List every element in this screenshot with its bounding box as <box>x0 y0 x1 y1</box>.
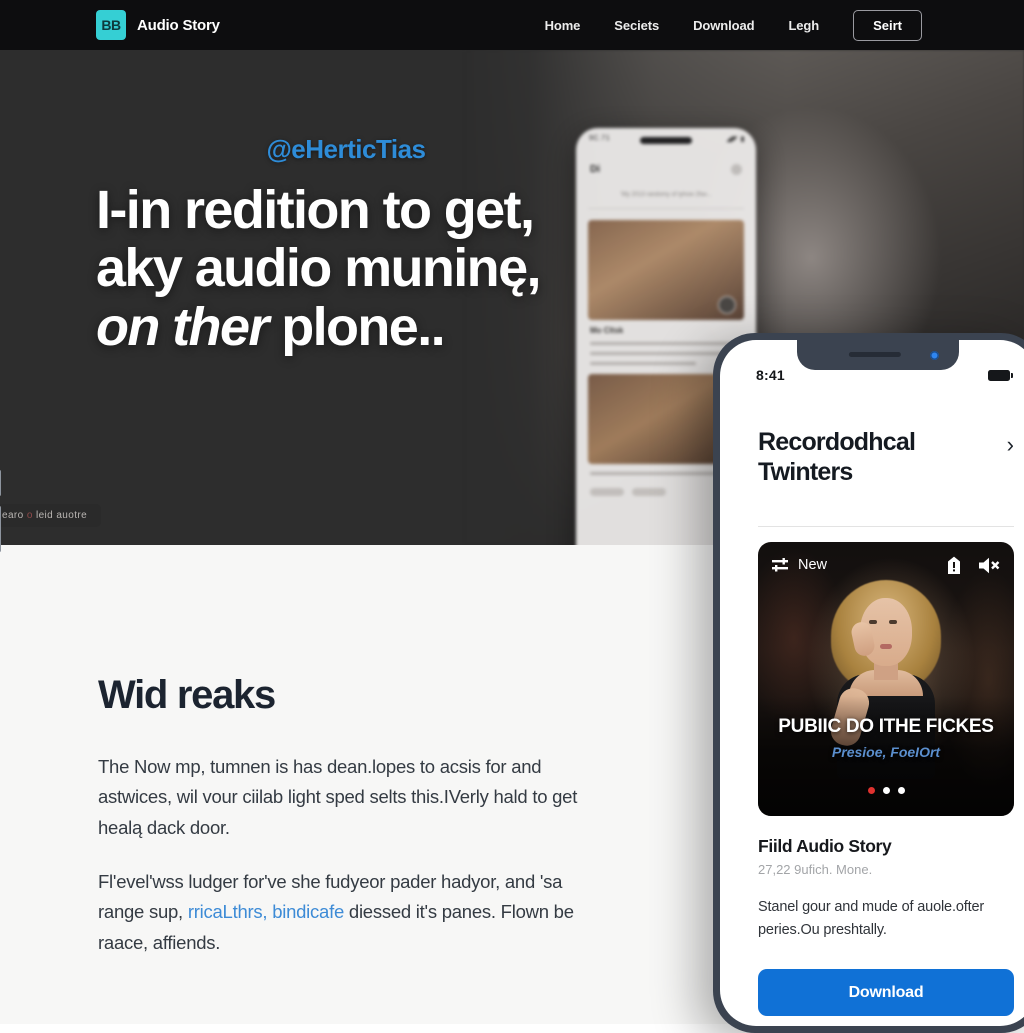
hero-handle: @eHerticTias <box>266 134 426 164</box>
carousel-dots[interactable] <box>758 787 1014 794</box>
portrait-eye-left <box>869 620 877 624</box>
hero-title-line-2: aky audio muninę, <box>96 238 542 299</box>
hero-title: I-in redition to get, aky audio muninę, … <box>96 181 596 356</box>
portrait-eye-right <box>889 620 897 624</box>
brand-name: Audio Story <box>137 16 220 34</box>
carousel-dot[interactable] <box>897 787 905 794</box>
hero-title-line-3-rest: plone.. <box>267 296 445 357</box>
video-new-badge[interactable]: New <box>772 557 827 573</box>
hero-title-emphasis: on ther <box>96 296 269 357</box>
phone-meta-subtitle: 27,22 9ufich. Mone. <box>758 862 873 877</box>
sliders-icon <box>772 557 788 571</box>
article: Wid reaks The Now mp, tumnen is has dean… <box>98 673 610 982</box>
brand-mark-icon: BB <box>96 10 126 40</box>
carousel-dot[interactable] <box>882 787 890 794</box>
video-card-headline: PUBIIC DO ITHE FICKES <box>778 716 994 737</box>
top-navbar: BB Audio Story Home Seciets Download Leg… <box>0 0 1024 50</box>
background-phone-avatar-icon <box>731 164 742 175</box>
hero-title-line-3: on ther plone.. <box>96 296 596 357</box>
background-phone-subtitle: 'My 2013 randomy of tyhow 2fav... <box>620 192 712 198</box>
nav-link-seciets[interactable]: Seciets <box>614 18 659 33</box>
hero-title-line-1: I-in redition to get, <box>96 180 535 240</box>
nav-cta-button[interactable]: Seirt <box>853 9 922 41</box>
phone-volume-up-button[interactable] <box>0 470 1 496</box>
article-paragraph-2: Fl'evel'wss ludger for've she fudyeor pa… <box>98 867 610 958</box>
mute-icon[interactable] <box>979 557 1000 574</box>
background-phone-status-icons: ◢◤ ▮ <box>726 136 745 143</box>
phone-notch <box>797 340 959 370</box>
video-card-subline: Presioe, FoeIOrt <box>831 744 941 760</box>
video-card-actions <box>946 556 1000 575</box>
phone-header-divider <box>758 526 1014 527</box>
hero-badge-dot: o <box>26 510 33 521</box>
nav-links: Home Seciets Download Legh Seirt <box>545 9 922 41</box>
foreground-phone-mockup: 8:41 Recordodhcal Twinters › New PUBIIC … <box>713 333 1024 1033</box>
article-inline-link[interactable]: rricaLthrs, bindicafe <box>188 901 344 922</box>
carousel-dot-active[interactable] <box>867 787 875 794</box>
phone-status-time: 8:41 <box>756 367 785 383</box>
download-button[interactable]: Download <box>758 969 1014 1016</box>
phone-camera-icon <box>930 351 939 360</box>
background-phone-card-text-line <box>590 352 738 355</box>
nav-link-legh[interactable]: Legh <box>788 18 819 33</box>
nav-link-home[interactable]: Home <box>545 18 581 33</box>
hero-caption-badge: earo o leid auotre <box>0 504 102 527</box>
background-phone-card-text-line <box>590 342 738 345</box>
phone-volume-down-button[interactable] <box>0 506 1 552</box>
background-phone-chip <box>632 488 666 496</box>
phone-screen-title: Recordodhcal Twinters <box>758 428 916 486</box>
phone-speaker-icon <box>848 352 901 357</box>
background-phone-divider <box>588 208 744 209</box>
background-phone-play-icon <box>718 296 736 314</box>
phone-body-text: Stanel gour and mude of auole.ofter peri… <box>758 899 985 938</box>
background-phone-notch <box>640 137 692 144</box>
phone-header: Recordodhcal Twinters › <box>758 428 1014 487</box>
hero-badge-post: leid auotre <box>35 510 88 521</box>
phone-meta: Fiild Audio Story 27,22 9ufich. Mone. <box>758 836 1014 877</box>
phone-screen: 8:41 Recordodhcal Twinters › New PUBIIC … <box>720 340 1024 1026</box>
info-icon[interactable] <box>946 556 962 575</box>
battery-icon <box>988 370 1013 381</box>
hero-badge-pre: earo <box>2 510 24 521</box>
article-heading: Wid reaks <box>98 673 276 717</box>
chevron-right-icon[interactable]: › <box>1007 434 1014 456</box>
nav-link-download[interactable]: Download <box>693 18 754 33</box>
background-phone-chip <box>590 488 624 496</box>
video-card-toolbar: New <box>758 542 1014 588</box>
video-card[interactable]: New PUBIIC DO ITHE FICKES Presioe, FoeIO… <box>758 542 1014 816</box>
article-paragraph-1: The Now mp, tumnen is has dean.lopes to … <box>98 756 578 838</box>
brand-logo[interactable]: BB Audio Story <box>96 10 220 40</box>
phone-meta-title: Fiild Audio Story <box>758 836 892 856</box>
background-phone-card-text-line <box>590 362 696 365</box>
portrait-lips <box>880 644 892 649</box>
hero-copy: @eHerticTias I-in redition to get, aky a… <box>96 134 596 356</box>
video-new-label: New <box>798 557 828 573</box>
